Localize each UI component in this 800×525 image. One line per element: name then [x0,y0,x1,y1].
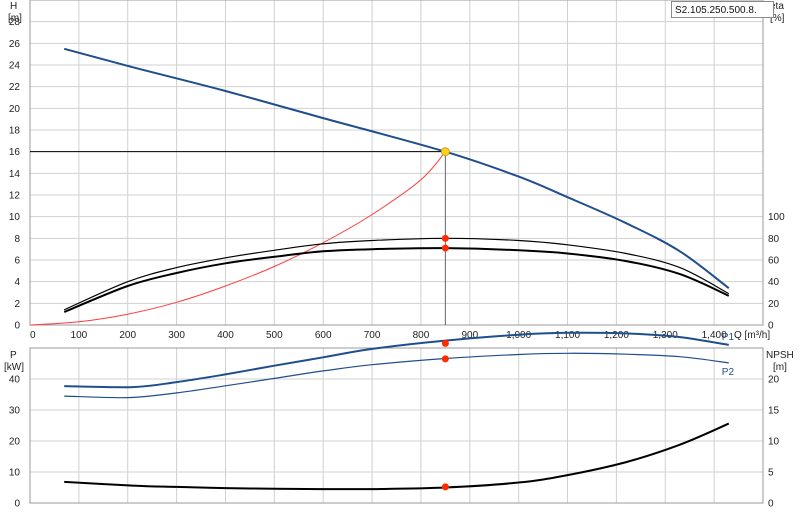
y-tick-label-left: 16 [9,147,21,158]
x-tick-label: 300 [168,330,185,341]
x-tick-label: 1,100 [555,330,580,341]
y-tick-label-left: 6 [14,256,20,267]
y-axis-name-right: NPSH [766,350,794,361]
y-tick-label-left: 0 [14,499,20,510]
duty-point-npsh-marker [441,483,449,491]
y-tick-label-left: 18 [9,126,21,137]
y-tick-label-right: 60 [768,256,780,267]
y-tick-label-right: 20 [768,299,780,310]
x-tick-label: 400 [217,330,234,341]
x-tick-label: 100 [71,330,88,341]
x-tick-label: 600 [315,330,332,341]
head-efficiency-chart: 0 100 200 300 400 500 600 700 800 900 1,000 1,100 1,… [8,0,785,341]
x-axis-label: Q [m³/h] [734,330,770,341]
y-axis-name-left: H [10,1,17,12]
y-tick-label-left: 12 [9,191,21,202]
x-tick-label: 0 [30,330,36,341]
power-npsh-chart: 0 10 20 30 40 P[kW] 0 5 10 15 20 NPSH[m] P1 P2 [4,331,794,510]
y-tick-label-left: 8 [14,234,20,245]
head-curve-line [63,47,730,289]
y-tick-label-left: 24 [9,61,21,72]
y-tick-label-left: 30 [9,406,21,417]
y-axis-unit-left: [m] [8,13,22,24]
y-tick-label-left: 10 [9,468,21,479]
y-tick-label-right: 10 [768,437,780,448]
duty-point-eta-outer-marker [441,234,449,242]
y-tick-label-right: 5 [768,468,774,479]
duty-point-p2-marker [441,355,449,363]
y-axis-unit-right: [m] [773,362,787,373]
y-tick-label-right: 20 [768,375,780,386]
y-tick-label-right: 15 [768,406,780,417]
pump-curve-svg: 0 100 200 300 400 500 600 700 800 900 1,000 1,100 1,… [4,0,794,510]
y-tick-label-left: 4 [14,277,20,288]
y-tick-label-left: 10 [9,212,21,223]
y-tick-label-right: 40 [768,277,780,288]
pump-curve-chart: S2.105.250.500.8. 0 100 200 300 400 500 600 700… [0,0,800,520]
model-label-box: S2.105.250.500.8. [671,1,774,18]
y-tick-label-left: 22 [9,82,21,93]
npsh-curve-line [64,422,730,491]
efficiency-curve-inner-line [63,247,730,313]
y-tick-label-right: 0 [768,321,774,332]
y-tick-label-right: 80 [768,234,780,245]
y-axis-name-left: P [10,350,17,361]
x-tick-label: 500 [266,330,283,341]
y-axis-unit-left: [kW] [4,362,24,373]
y-tick-label-left: 20 [9,104,21,115]
series-label-p2: P2 [722,367,735,378]
x-tick-label: 1,200 [604,330,629,341]
y-tick-label-left: 2 [14,299,20,310]
y-tick-label-left: 26 [9,39,21,50]
power-p2-line [64,352,729,399]
plot-frame [29,0,764,326]
plot-frame [29,347,764,504]
y-tick-label-right: 0 [768,499,774,510]
y-tick-label-right: 100 [768,212,785,223]
duty-point-p1-marker [441,339,449,347]
series-label-p1: P1 [722,332,735,343]
y-tick-label-left: 40 [9,375,21,386]
y-tick-label-left: 14 [9,169,21,180]
duty-point-eta-inner-marker [441,244,449,252]
duty-point-head-marker [440,147,450,157]
y-tick-label-left: 0 [14,321,20,332]
y-tick-label-left: 20 [9,437,21,448]
x-tick-label: 800 [413,330,430,341]
x-tick-label: 700 [364,330,381,341]
x-tick-label: 200 [119,330,136,341]
